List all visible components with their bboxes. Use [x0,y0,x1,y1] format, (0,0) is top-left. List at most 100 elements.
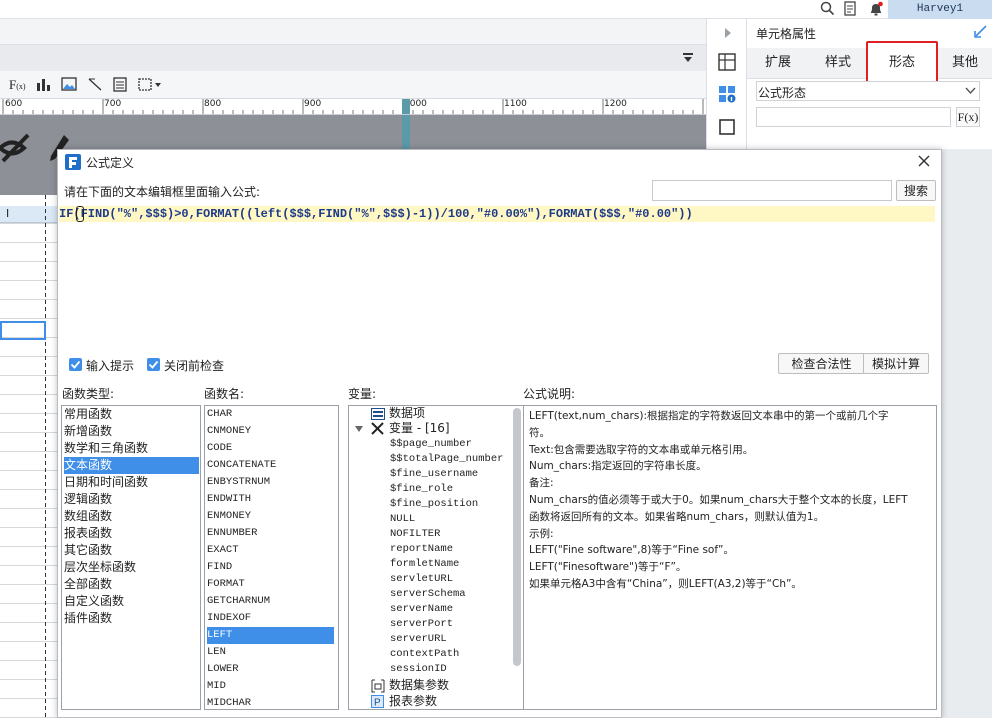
func-type-item[interactable]: 全部函数 [64,576,112,593]
func-name-item[interactable]: ENBYSTRNUM [207,474,270,491]
bar-chart-icon[interactable] [36,77,51,92]
func-name-item[interactable]: EXACT [207,542,239,559]
func-type-item[interactable]: 日期和时间函数 [64,474,148,491]
func-type-item[interactable]: 新增函数 [64,423,112,440]
tab-style[interactable]: 样式 [809,48,867,79]
formula-prompt: 请在下面的文本编辑框里面输入公式: [64,185,261,199]
form-type-select[interactable]: 公式形态 [756,81,980,101]
collapse-arrow-icon[interactable] [724,27,732,39]
func-name-item[interactable]: FIND [207,559,232,576]
right-icon-strip [706,19,746,149]
hint-checkbox-label[interactable]: 输入提示 [86,357,134,374]
formula-icon[interactable]: F(x) [9,77,26,93]
func-name-item[interactable]: CODE [207,440,232,457]
hint-checkbox[interactable] [69,358,82,371]
simulate-button[interactable]: 模拟计算 [863,353,929,374]
func-type-item[interactable]: 报表函数 [64,525,112,542]
variables-scrollbar[interactable] [513,408,521,666]
variable-item[interactable]: $fine_username [390,467,478,482]
richtext-icon[interactable] [113,77,127,92]
formula-text[interactable]: IF(FIND("%",$$$)>0,FORMAT((left($$$,FIND… [59,206,935,222]
description-label: 公式说明: [523,387,576,401]
close-icon[interactable] [918,155,930,167]
search-icon[interactable] [820,1,835,16]
widget-frame-icon[interactable] [718,118,736,136]
cell-attribute-icon[interactable] [718,85,736,103]
search-button[interactable]: 搜索 [896,180,936,201]
variable-group-node[interactable]: 变量 - [16] [389,421,450,436]
func-name-item-selected[interactable]: LEFT [207,627,334,644]
document-icon[interactable] [843,1,858,17]
grid-lines [0,195,57,718]
formula-field[interactable] [756,107,951,127]
func-name-item[interactable]: INDEXOF [207,610,251,627]
variable-item[interactable]: $fine_role [390,482,453,497]
func-name-item[interactable]: CHAR [207,406,232,423]
user-name[interactable]: Harvey1 [888,0,992,19]
func-name-item[interactable]: CNMONEY [207,423,251,440]
func-name-item[interactable]: MIDCHAR [207,695,251,709]
search-input[interactable] [652,180,892,201]
variable-item[interactable]: NOFILTER [390,527,440,542]
cell-element-icon[interactable] [718,53,736,71]
variable-item[interactable]: contextPath [390,647,459,662]
ruler-marker[interactable] [402,99,410,114]
func-name-item[interactable]: ENNUMBER [207,525,257,542]
check-before-close-label[interactable]: 关闭前检查 [164,357,224,374]
fx-button[interactable]: F(x) [956,107,980,127]
func-type-list: 常用函数 新增函数 数学和三角函数 文本函数 日期和时间函数 逻辑函数 数组函数… [61,405,201,710]
variable-item[interactable]: formletName [390,557,459,572]
variable-item[interactable]: $fine_position [390,497,478,512]
variable-item[interactable]: servletURL [390,572,453,587]
bell-icon[interactable] [868,1,884,17]
dataset-params-node[interactable]: 数据集参数 [389,678,449,693]
tab-expand[interactable]: 扩展 [747,48,809,79]
slash-icon[interactable] [87,77,103,92]
func-name-item[interactable]: ENDWITH [207,491,251,508]
func-type-item[interactable]: 逻辑函数 [64,491,112,508]
border-icon[interactable] [138,77,162,92]
variable-item[interactable]: serverName [390,602,453,617]
variable-item[interactable]: NULL [390,512,415,527]
func-type-item[interactable]: 其它函数 [64,542,112,559]
func-type-item[interactable]: 数组函数 [64,508,112,525]
func-name-item[interactable]: FORMAT [207,576,245,593]
variable-item[interactable]: $$totalPage_number [390,452,503,467]
func-name-item[interactable]: ENMONEY [207,508,251,525]
func-type-item[interactable]: 常用函数 [64,406,112,423]
func-type-item[interactable]: 插件函数 [64,610,112,627]
dropdown-pin-icon[interactable] [682,52,694,64]
func-type-item-selected[interactable]: 文本函数 [64,457,199,474]
image-icon[interactable] [61,77,77,92]
ruler-tick-label: 1100 [504,99,527,109]
panel-title: 单元格属性 [756,27,817,41]
func-name-item[interactable]: GETCHARNUM [207,593,270,610]
func-name-item[interactable]: LEN [207,644,226,661]
variable-item[interactable]: reportName [390,542,453,557]
description-line: LEFT(text,num_chars):根据指定的字符数返回文本串中的第一个或… [529,410,889,422]
hide-icon[interactable] [0,133,34,163]
variable-item[interactable]: $$page_number [390,437,472,452]
variable-item[interactable]: serverURL [390,632,447,647]
func-name-item[interactable]: MID [207,678,226,695]
func-type-item[interactable]: 数学和三角函数 [64,440,148,457]
expand-icon[interactable] [974,25,987,38]
check-before-close-checkbox[interactable] [147,358,160,371]
variable-item[interactable]: serverPort [390,617,453,632]
tree-expand-icon[interactable] [355,426,363,432]
report-params-node[interactable]: 报表参数 [389,694,437,709]
variables-label: 变量: [348,387,377,401]
func-type-label: 函数类型: [62,387,115,401]
dialog-titlebar: 公式定义 [58,150,941,175]
validate-button[interactable]: 检查合法性 [778,353,865,374]
data-item-node[interactable]: 数据项 [389,406,425,421]
func-type-item[interactable]: 层次坐标函数 [64,559,136,576]
selected-cell[interactable] [0,321,46,340]
func-name-item[interactable]: LOWER [207,661,239,678]
formula-editor[interactable]: IF(FIND("%",$$$)>0,FORMAT((left($$$,FIND… [58,203,938,349]
variable-item[interactable]: serverSchema [390,587,466,602]
func-type-item[interactable]: 自定义函数 [64,593,124,610]
variable-item[interactable]: sessionID [390,662,447,677]
tab-other[interactable]: 其他 [937,48,992,79]
func-name-item[interactable]: CONCATENATE [207,457,276,474]
